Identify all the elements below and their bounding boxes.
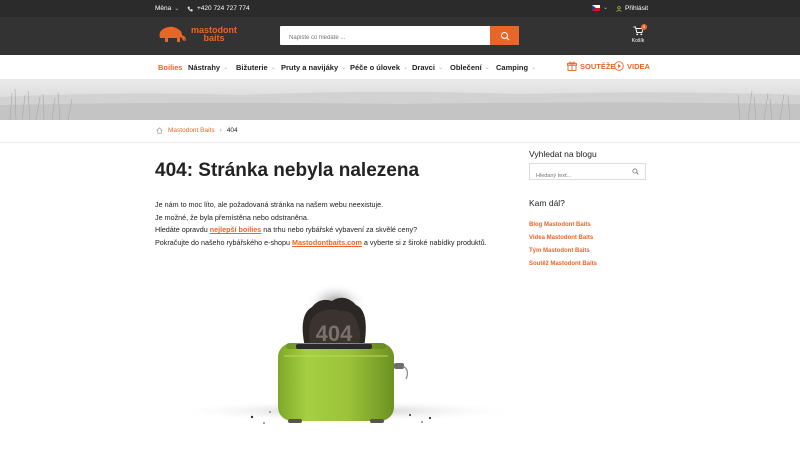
landscape-banner-graphic <box>0 88 800 120</box>
login-label: Přihlásit <box>625 5 649 12</box>
phone-icon <box>187 6 193 11</box>
main-header: mastodont baits 0 Košík <box>0 17 800 55</box>
nav-item-obleceni[interactable]: Oblečení ⌄ <box>450 63 490 72</box>
divider <box>0 142 800 143</box>
sidebar-links: Blog Mastodont Baits Videa Mastodont Bai… <box>529 219 597 271</box>
cart-button[interactable]: 0 Košík <box>630 24 647 44</box>
nav-item-label: Pruty a navijáky <box>281 63 339 72</box>
search-icon[interactable] <box>632 168 639 175</box>
search-input[interactable] <box>280 28 490 48</box>
chevron-down-icon: ⌄ <box>403 65 409 71</box>
text-span: Hledáte opravdu <box>155 225 210 235</box>
paragraph-4: Pokračujte do našeho rybářského e-shopu … <box>155 237 515 250</box>
best-boilies-link[interactable]: nejlepší boilies <box>210 225 262 234</box>
nav-item-label: Bižuterie <box>236 63 268 72</box>
chevron-down-icon: ⌄ <box>531 65 537 71</box>
currency-selector[interactable]: Měna ⌄ <box>155 5 179 12</box>
nav-item-label: Camping <box>496 63 529 72</box>
nav-item-dravci[interactable]: Dravci ⌄ <box>412 63 443 72</box>
search-icon <box>500 31 509 40</box>
sidebar-link-contest[interactable]: Soutěž Mastodont Baits <box>529 258 597 271</box>
error-message: Je nám to moc líto, ale požadovaná strán… <box>155 199 515 249</box>
paragraph-3: Hledáte opravdu nejlepší boilies na trhu… <box>155 224 515 237</box>
nav-contests-link[interactable]: SOUTĚŽE <box>567 61 615 71</box>
czech-flag-icon <box>592 4 600 11</box>
nav-item-label: Dravci <box>412 63 435 72</box>
search-button[interactable] <box>490 26 519 45</box>
site-logo[interactable]: mastodont baits <box>157 25 237 43</box>
nav-videos-link[interactable]: VIDEA <box>614 61 650 71</box>
sidebar-link-team[interactable]: Tým Mastodont Baits <box>529 245 597 258</box>
blog-search <box>529 163 646 184</box>
toast-404-text: 404 <box>316 321 353 346</box>
login-link[interactable]: Přihlásit <box>616 5 648 12</box>
page-title: 404: Stránka nebyla nalezena <box>155 160 420 181</box>
sidebar-search-heading: Vyhledat na blogu <box>529 149 597 159</box>
breadcrumb-current: 404 <box>226 127 238 134</box>
hero-banner-image <box>0 79 800 120</box>
text-span: na trhu nebo rybářské vybavení za skvělé… <box>261 225 418 235</box>
chevron-right-icon: › <box>219 127 222 134</box>
nav-item-pruty-a-navijaky[interactable]: Pruty a navijáky ⌄ <box>281 63 346 72</box>
nav-item-camping[interactable]: Camping ⌄ <box>496 63 536 72</box>
chevron-down-icon: ⌄ <box>603 5 609 11</box>
sidebar-link-videos[interactable]: Videa Mastodont Baits <box>529 232 597 245</box>
sidebar-link-blog[interactable]: Blog Mastodont Baits <box>529 219 597 232</box>
phone-contact[interactable]: +420 724 727 774 <box>187 5 250 12</box>
paragraph-1: Je nám to moc líto, ale požadovaná strán… <box>155 200 384 209</box>
eshop-link[interactable]: Mastodontbaits.com <box>292 238 362 247</box>
chevron-down-icon: ⌄ <box>484 65 490 71</box>
sidebar-next-heading: Kam dál? <box>529 198 565 208</box>
nav-videos-label: VIDEA <box>627 61 650 71</box>
nav-item-nastrahy[interactable]: Nástrahy ⌄ <box>188 63 228 72</box>
chevron-down-icon: ⌄ <box>174 6 180 12</box>
play-icon <box>614 61 624 71</box>
phone-number: +420 724 727 774 <box>197 5 250 12</box>
language-selector[interactable]: ⌄ <box>592 4 608 11</box>
chevron-down-icon: ⌄ <box>223 65 229 71</box>
nav-item-pece-o-ulovek[interactable]: Péče o úlovek ⌄ <box>350 63 408 72</box>
chevron-down-icon: ⌄ <box>270 65 276 71</box>
chevron-down-icon: ⌄ <box>341 65 347 71</box>
nav-item-label: Nástrahy <box>188 63 221 72</box>
nav-item-boilies[interactable]: Boilies <box>158 63 183 72</box>
user-icon <box>616 5 622 12</box>
breadcrumb-home-link[interactable]: Mastodont Baits <box>168 127 215 134</box>
logo-text: mastodont baits <box>191 26 237 43</box>
nav-item-bizuterie[interactable]: Bižuterie ⌄ <box>236 63 276 72</box>
cart-count-badge: 0 <box>641 24 647 30</box>
toaster-illustration: 404 <box>160 275 520 459</box>
currency-label: Měna <box>155 5 172 12</box>
nav-item-label: Boilies <box>158 63 183 72</box>
header-search <box>280 26 519 48</box>
text-span: Pokračujte do našeho rybářského e-shopu <box>155 237 293 247</box>
paragraph-2: Je možné, že byla přemístěna nebo odstra… <box>155 212 309 222</box>
nav-contests-label: SOUTĚŽE <box>580 61 616 71</box>
toaster-graphic: 404 <box>170 279 520 424</box>
gift-icon <box>567 61 577 71</box>
nav-item-label: Péče o úlovek <box>350 63 401 72</box>
mammoth-logo-icon <box>159 26 186 42</box>
logo-line2: baits <box>203 33 225 43</box>
main-nav: Boilies Nástrahy ⌄ Bižuterie ⌄ Pruty a nav… <box>0 55 800 79</box>
top-bar: Měna ⌄ +420 724 727 774 ⌄ Přihlásit <box>0 0 800 17</box>
home-icon <box>156 127 163 134</box>
blog-search-input[interactable] <box>530 168 628 184</box>
cart-label: Košík <box>631 38 645 44</box>
breadcrumb: Mastodont Baits › 404 <box>156 127 238 134</box>
text-span: a vyberte si z široké nabídky produktů. <box>361 237 487 247</box>
chevron-down-icon: ⌄ <box>437 65 443 71</box>
nav-item-label: Oblečení <box>450 63 482 72</box>
